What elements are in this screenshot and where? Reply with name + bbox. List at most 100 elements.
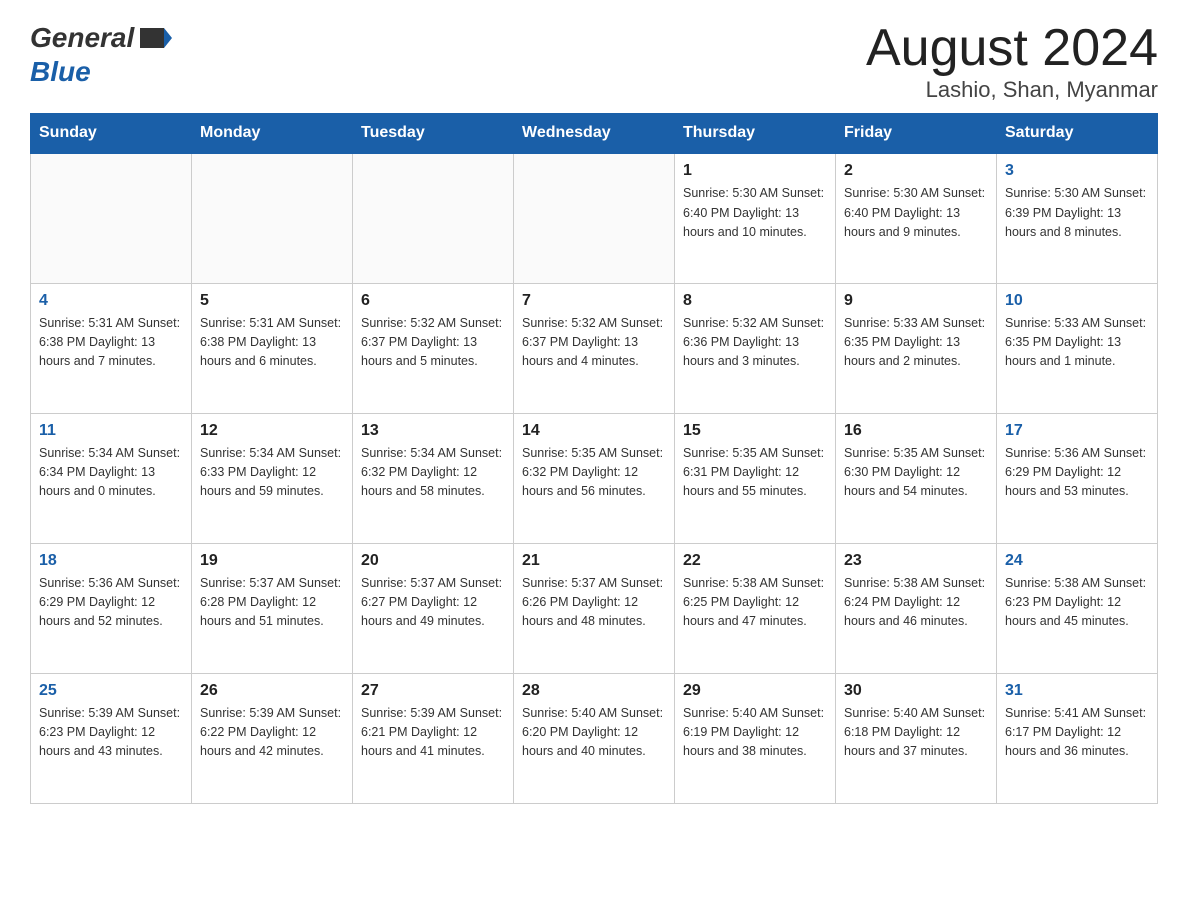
- calendar-cell: 1 Sunrise: 5:30 AM Sunset: 6:40 PM Daylig…: [675, 153, 836, 283]
- page-header: General Blue August 2024 Lashio, Shan, M…: [30, 20, 1158, 103]
- day-info: Sunrise: 5:39 AM Sunset: 6:22 PM Dayligh…: [200, 704, 344, 762]
- day-info: Sunrise: 5:30 AM Sunset: 6:40 PM Dayligh…: [683, 184, 827, 242]
- day-info: Sunrise: 5:34 AM Sunset: 6:33 PM Dayligh…: [200, 444, 344, 502]
- day-number: 17: [1005, 422, 1149, 440]
- day-number: 8: [683, 292, 827, 310]
- day-number: 9: [844, 292, 988, 310]
- day-info: Sunrise: 5:31 AM Sunset: 6:38 PM Dayligh…: [39, 314, 183, 372]
- calendar-week-row: 4 Sunrise: 5:31 AM Sunset: 6:38 PM Daylig…: [31, 283, 1158, 413]
- day-info: Sunrise: 5:33 AM Sunset: 6:35 PM Dayligh…: [844, 314, 988, 372]
- calendar-cell: 17 Sunrise: 5:36 AM Sunset: 6:29 PM Dayli…: [997, 413, 1158, 543]
- calendar-cell: [353, 153, 514, 283]
- day-number: 1: [683, 162, 827, 180]
- calendar-cell: 15Sunrise: 5:35 AM Sunset: 6:31 PM Dayli…: [675, 413, 836, 543]
- calendar-cell: 21 Sunrise: 5:37 AM Sunset: 6:26 PM Dayli…: [514, 543, 675, 673]
- day-number: 30: [844, 682, 988, 700]
- calendar-cell: 30 Sunrise: 5:40 AM Sunset: 6:18 PM Dayli…: [836, 673, 997, 803]
- day-info: Sunrise: 5:35 AM Sunset: 6:32 PM Dayligh…: [522, 444, 666, 502]
- title-area: August 2024 Lashio, Shan, Myanmar: [866, 20, 1158, 103]
- day-info: Sunrise: 5:38 AM Sunset: 6:25 PM Dayligh…: [683, 574, 827, 632]
- day-info: Sunrise: 5:34 AM Sunset: 6:32 PM Dayligh…: [361, 444, 505, 502]
- day-info: Sunrise: 5:35 AM Sunset: 6:31 PM Dayligh…: [683, 444, 827, 502]
- day-number: 21: [522, 552, 666, 570]
- calendar-week-row: 11Sunrise: 5:34 AM Sunset: 6:34 PM Dayli…: [31, 413, 1158, 543]
- day-number: 7: [522, 292, 666, 310]
- logo: General Blue: [30, 20, 174, 88]
- day-number: 14: [522, 422, 666, 440]
- day-info: Sunrise: 5:31 AM Sunset: 6:38 PM Dayligh…: [200, 314, 344, 372]
- day-info: Sunrise: 5:32 AM Sunset: 6:36 PM Dayligh…: [683, 314, 827, 372]
- calendar-cell: 26 Sunrise: 5:39 AM Sunset: 6:22 PM Dayli…: [192, 673, 353, 803]
- calendar-cell: 16 Sunrise: 5:35 AM Sunset: 6:30 PM Dayli…: [836, 413, 997, 543]
- day-info: Sunrise: 5:35 AM Sunset: 6:30 PM Dayligh…: [844, 444, 988, 502]
- day-number: 3: [1005, 162, 1149, 180]
- day-info: Sunrise: 5:32 AM Sunset: 6:37 PM Dayligh…: [361, 314, 505, 372]
- calendar-cell: 27 Sunrise: 5:39 AM Sunset: 6:21 PM Dayli…: [353, 673, 514, 803]
- calendar-cell: 28 Sunrise: 5:40 AM Sunset: 6:20 PM Dayli…: [514, 673, 675, 803]
- day-number: 27: [361, 682, 505, 700]
- logo-icon: [136, 20, 172, 56]
- calendar-cell: 14 Sunrise: 5:35 AM Sunset: 6:32 PM Dayli…: [514, 413, 675, 543]
- day-number: 28: [522, 682, 666, 700]
- calendar-cell: 7 Sunrise: 5:32 AM Sunset: 6:37 PM Daylig…: [514, 283, 675, 413]
- calendar-table: SundayMondayTuesdayWednesdayThursdayFrid…: [30, 113, 1158, 804]
- day-info: Sunrise: 5:32 AM Sunset: 6:37 PM Dayligh…: [522, 314, 666, 372]
- day-info: Sunrise: 5:30 AM Sunset: 6:40 PM Dayligh…: [844, 184, 988, 242]
- day-info: Sunrise: 5:41 AM Sunset: 6:17 PM Dayligh…: [1005, 704, 1149, 762]
- day-info: Sunrise: 5:40 AM Sunset: 6:18 PM Dayligh…: [844, 704, 988, 762]
- calendar-cell: 3 Sunrise: 5:30 AM Sunset: 6:39 PM Daylig…: [997, 153, 1158, 283]
- location-title: Lashio, Shan, Myanmar: [866, 77, 1158, 103]
- day-of-week-header: Monday: [192, 114, 353, 154]
- calendar-cell: 5 Sunrise: 5:31 AM Sunset: 6:38 PM Daylig…: [192, 283, 353, 413]
- day-number: 16: [844, 422, 988, 440]
- day-number: 22: [683, 552, 827, 570]
- day-of-week-header: Thursday: [675, 114, 836, 154]
- day-number: 4: [39, 292, 183, 310]
- day-info: Sunrise: 5:40 AM Sunset: 6:19 PM Dayligh…: [683, 704, 827, 762]
- calendar-cell: 10Sunrise: 5:33 AM Sunset: 6:35 PM Dayli…: [997, 283, 1158, 413]
- day-of-week-header: Saturday: [997, 114, 1158, 154]
- day-of-week-header: Wednesday: [514, 114, 675, 154]
- day-number: 11: [39, 422, 183, 440]
- day-info: Sunrise: 5:37 AM Sunset: 6:26 PM Dayligh…: [522, 574, 666, 632]
- day-number: 18: [39, 552, 183, 570]
- day-info: Sunrise: 5:39 AM Sunset: 6:21 PM Dayligh…: [361, 704, 505, 762]
- day-info: Sunrise: 5:40 AM Sunset: 6:20 PM Dayligh…: [522, 704, 666, 762]
- day-of-week-header: Sunday: [31, 114, 192, 154]
- logo-general-text: General: [30, 22, 134, 54]
- day-number: 31: [1005, 682, 1149, 700]
- day-number: 5: [200, 292, 344, 310]
- calendar-cell: 12 Sunrise: 5:34 AM Sunset: 6:33 PM Dayli…: [192, 413, 353, 543]
- calendar-cell: 20Sunrise: 5:37 AM Sunset: 6:27 PM Dayli…: [353, 543, 514, 673]
- month-title: August 2024: [866, 20, 1158, 77]
- day-number: 25: [39, 682, 183, 700]
- calendar-cell: 8 Sunrise: 5:32 AM Sunset: 6:36 PM Daylig…: [675, 283, 836, 413]
- calendar-cell: 18 Sunrise: 5:36 AM Sunset: 6:29 PM Dayli…: [31, 543, 192, 673]
- day-number: 24: [1005, 552, 1149, 570]
- day-info: Sunrise: 5:36 AM Sunset: 6:29 PM Dayligh…: [39, 574, 183, 632]
- calendar-cell: 2Sunrise: 5:30 AM Sunset: 6:40 PM Daylig…: [836, 153, 997, 283]
- calendar-week-row: 1 Sunrise: 5:30 AM Sunset: 6:40 PM Daylig…: [31, 153, 1158, 283]
- day-number: 13: [361, 422, 505, 440]
- calendar-week-row: 25Sunrise: 5:39 AM Sunset: 6:23 PM Dayli…: [31, 673, 1158, 803]
- calendar-cell: [514, 153, 675, 283]
- day-number: 12: [200, 422, 344, 440]
- day-number: 26: [200, 682, 344, 700]
- calendar-cell: 9 Sunrise: 5:33 AM Sunset: 6:35 PM Daylig…: [836, 283, 997, 413]
- calendar-cell: 25Sunrise: 5:39 AM Sunset: 6:23 PM Dayli…: [31, 673, 192, 803]
- calendar-cell: 13 Sunrise: 5:34 AM Sunset: 6:32 PM Dayli…: [353, 413, 514, 543]
- calendar-week-row: 18 Sunrise: 5:36 AM Sunset: 6:29 PM Dayli…: [31, 543, 1158, 673]
- calendar-cell: 23 Sunrise: 5:38 AM Sunset: 6:24 PM Dayli…: [836, 543, 997, 673]
- day-number: 10: [1005, 292, 1149, 310]
- calendar-cell: [192, 153, 353, 283]
- day-info: Sunrise: 5:30 AM Sunset: 6:39 PM Dayligh…: [1005, 184, 1149, 242]
- calendar-cell: 22 Sunrise: 5:38 AM Sunset: 6:25 PM Dayli…: [675, 543, 836, 673]
- day-of-week-header: Friday: [836, 114, 997, 154]
- day-info: Sunrise: 5:38 AM Sunset: 6:24 PM Dayligh…: [844, 574, 988, 632]
- calendar-cell: 29Sunrise: 5:40 AM Sunset: 6:19 PM Dayli…: [675, 673, 836, 803]
- calendar-header-row: SundayMondayTuesdayWednesdayThursdayFrid…: [31, 114, 1158, 154]
- calendar-cell: 6Sunrise: 5:32 AM Sunset: 6:37 PM Daylig…: [353, 283, 514, 413]
- day-info: Sunrise: 5:37 AM Sunset: 6:27 PM Dayligh…: [361, 574, 505, 632]
- day-info: Sunrise: 5:36 AM Sunset: 6:29 PM Dayligh…: [1005, 444, 1149, 502]
- day-number: 23: [844, 552, 988, 570]
